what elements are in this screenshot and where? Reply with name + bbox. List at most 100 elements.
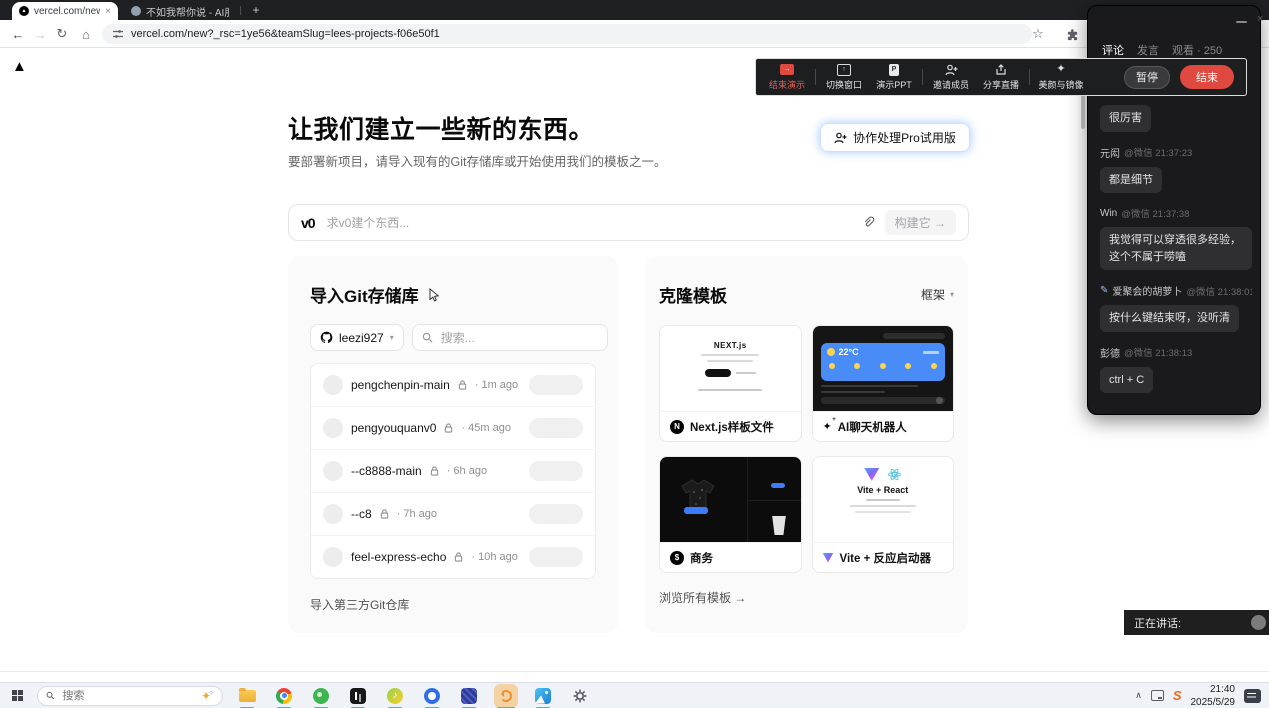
settings-gear-icon[interactable]	[568, 684, 592, 708]
import-button-skeleton[interactable]	[529, 418, 583, 438]
meeting-app-icon[interactable]	[494, 684, 518, 708]
green-app-icon[interactable]	[309, 684, 333, 708]
repo-time: · 6h ago	[447, 465, 487, 477]
url-bar[interactable]: vercel.com/new?_rsc=1ye56&teamSlug=lees-…	[102, 24, 1032, 44]
tab-close-icon[interactable]: ×	[105, 6, 111, 17]
minimize-icon[interactable]	[1236, 21, 1247, 23]
repo-row[interactable]: --c8888-main · 6h ago	[311, 449, 595, 492]
paperclip-icon[interactable]	[862, 216, 875, 229]
switch-window-button[interactable]: ↑ 切换窗口	[819, 63, 869, 91]
end-presentation-button[interactable]: → 结束演示	[762, 63, 812, 91]
beauty-mirror-button[interactable]: ✦ 美颜与镜像	[1033, 63, 1089, 91]
repo-row[interactable]: --c8 · 7h ago	[311, 492, 595, 535]
chrome-icon[interactable]	[272, 684, 296, 708]
repo-row[interactable]: pengchenpin-main · 1m ago	[311, 364, 595, 406]
repo-row[interactable]: pengyouquanv0 · 45m ago	[311, 406, 595, 449]
chevron-down-icon: ▾	[390, 333, 394, 342]
tab-ai-friend[interactable]: 不如我帮你说 - AI朋友	[124, 2, 236, 20]
present-ppt-button[interactable]: P 演示PPT	[869, 63, 919, 91]
clock-date: 2025/5/29	[1191, 696, 1236, 708]
git-import-controls: leezi927 ▾	[310, 324, 596, 351]
blue-ring-app-icon[interactable]	[420, 684, 444, 708]
template-footer: ✦ + AI聊天机器人	[813, 411, 954, 441]
pause-button[interactable]: 暂停	[1124, 66, 1170, 89]
import-button-skeleton[interactable]	[529, 547, 583, 567]
git-account-name: leezi927	[339, 331, 384, 345]
repo-name: feel-express-echo	[351, 550, 446, 564]
nextjs-thumbnail: NEXT.js	[660, 326, 801, 411]
import-button-skeleton[interactable]	[529, 375, 583, 395]
share-live-button[interactable]: 分享直播	[976, 63, 1026, 91]
refresh-icon[interactable]: ↻	[52, 20, 72, 48]
skeleton-line	[855, 511, 911, 513]
v0-prompt-input[interactable]	[325, 215, 852, 231]
taskbar-clock[interactable]: 21:40 2025/5/29	[1191, 683, 1236, 708]
cup-graphic	[771, 516, 788, 535]
third-party-git-link[interactable]: 导入第三方Git仓库	[310, 596, 596, 613]
tray-chevron-icon[interactable]: ∧	[1135, 690, 1142, 701]
speaking-label: 正在讲话:	[1134, 615, 1181, 631]
vite-logo-icon	[864, 468, 879, 481]
repo-time: · 45m ago	[461, 422, 511, 434]
notifications-icon[interactable]	[1244, 689, 1261, 703]
start-button[interactable]	[12, 690, 23, 701]
skeleton-line	[821, 391, 886, 393]
git-import-section: 导入Git存储库 leezi927 ▾ pe	[288, 256, 618, 633]
window-close-icon[interactable]: ×	[1257, 13, 1263, 25]
v0-prompt-bar: v0 构建它 →	[288, 204, 969, 241]
pro-trial-button[interactable]: 协作处理Pro试用版	[820, 123, 970, 152]
home-icon[interactable]: ⌂	[76, 20, 96, 48]
repo-name: --c8888-main	[351, 464, 422, 478]
forward-icon[interactable]: →	[30, 20, 50, 48]
extensions-puzzle-icon[interactable]	[1062, 21, 1082, 49]
sun-icon	[827, 348, 835, 356]
taskbar-apps: ♪	[235, 684, 592, 708]
comments-list[interactable]: 很厉害 元闳 @微信 21:37:23 都是细节 Win @微信 21:37:3…	[1100, 98, 1252, 408]
template-card-nextjs[interactable]: NEXT.js N Next.js样板文件	[659, 325, 802, 442]
import-button-skeleton[interactable]	[529, 461, 583, 481]
lock-icon	[454, 552, 463, 562]
skeleton-line	[707, 360, 753, 362]
template-card-commerce[interactable]: $ 商务	[659, 456, 802, 573]
repo-time: · 10h ago	[471, 551, 517, 563]
build-it-button[interactable]: 构建它 →	[885, 210, 956, 235]
end-button[interactable]: 结束	[1180, 65, 1234, 89]
template-card-vite-react[interactable]: Vite + React Vite + 反应启动器	[812, 456, 955, 573]
speaking-indicator: 正在讲话:	[1124, 610, 1269, 635]
templates-title: 克隆模板	[659, 282, 727, 307]
repo-name: pengyouquanv0	[351, 421, 436, 435]
black-app-icon[interactable]	[346, 684, 370, 708]
import-button-skeleton[interactable]	[529, 504, 583, 524]
vite-icon	[823, 553, 834, 563]
invite-members-button[interactable]: 邀请成员	[926, 63, 976, 91]
bookmark-star-icon[interactable]: ☆	[1028, 20, 1048, 48]
repo-row[interactable]: feel-express-echo · 10h ago	[311, 535, 595, 578]
dark-blue-app-icon[interactable]	[457, 684, 481, 708]
git-account-select[interactable]: leezi927 ▾	[310, 324, 404, 351]
repo-search-input[interactable]	[439, 330, 598, 346]
taskbar-search-input[interactable]	[61, 689, 196, 703]
file-explorer-icon[interactable]	[235, 684, 259, 708]
clone-templates-section: 克隆模板 框架 ▾ NEXT.js N	[645, 256, 968, 633]
new-tab-button[interactable]: +	[248, 2, 264, 18]
repo-avatar	[323, 461, 343, 481]
ime-icon[interactable]	[1151, 690, 1164, 701]
vercel-logo-icon: ▲	[12, 58, 27, 75]
sun-icon	[880, 363, 886, 369]
comment-author: Win @微信 21:37:38	[1100, 206, 1252, 220]
template-card-ai-chatbot[interactable]: 22°C	[812, 325, 955, 442]
photos-app-icon[interactable]	[531, 684, 555, 708]
divider	[747, 500, 800, 501]
v0-logo: v0	[301, 215, 315, 231]
back-icon[interactable]: ←	[8, 20, 28, 48]
framework-filter[interactable]: 框架 ▾	[921, 286, 954, 303]
gear-ic	[572, 688, 588, 704]
temperature: 22°C	[839, 347, 859, 357]
taskbar-search[interactable]: ✦ ✧	[37, 686, 223, 706]
tab-vercel[interactable]: ▲ vercel.com/new? ×	[12, 2, 118, 20]
music-app-icon[interactable]: ♪	[383, 684, 407, 708]
page-scrollbar-thumb[interactable]	[1081, 95, 1085, 129]
copilot-icon[interactable]: ✦ ✧	[201, 690, 214, 702]
sogou-input-icon[interactable]: S	[1173, 688, 1182, 703]
browse-all-templates-link[interactable]: 浏览所有模板 →	[659, 589, 954, 606]
